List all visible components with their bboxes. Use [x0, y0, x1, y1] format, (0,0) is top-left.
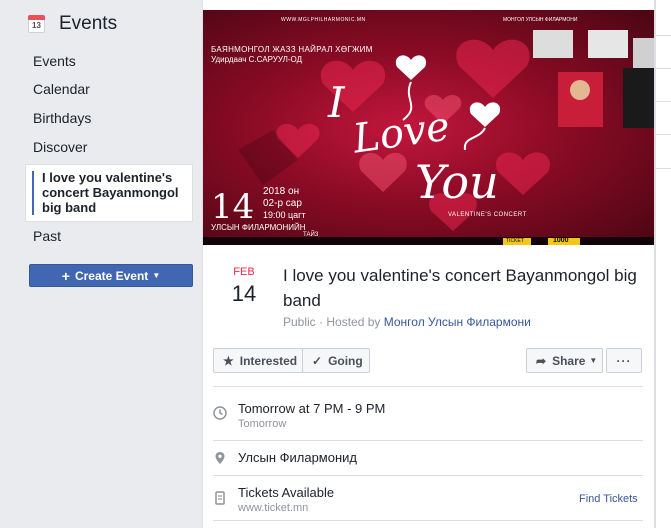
poster-price: 1000: [553, 237, 569, 244]
sidebar-title: Events: [59, 13, 118, 34]
calendar-icon: 13: [28, 14, 45, 34]
poster-ticket: TICKET: [506, 238, 524, 244]
location-pin-icon: [215, 452, 225, 464]
event-date-day: 14: [231, 281, 257, 306]
sidebar-item-birthdays[interactable]: Birthdays: [33, 110, 91, 126]
create-event-label: Create Event: [74, 268, 149, 283]
poster-script-you: You: [415, 155, 499, 209]
tickets-available: Tickets Available: [238, 485, 335, 500]
active-indicator: [32, 171, 34, 215]
chevron-down-icon: ▼: [589, 356, 598, 365]
event-time[interactable]: Tomorrow at 7 PM - 9 PM: [238, 401, 385, 416]
hosted-by-prefix: Hosted by: [326, 315, 381, 329]
event-meta: Public · Hosted by Монгол Улсын Филармон…: [283, 315, 531, 329]
poster-line2: Удирдаач С.САРУУЛ-ОД: [211, 55, 303, 64]
poster-line1: БАЯНМОНГОЛ ЖАЗЗ НАЙРАЛ ХӨГЖИМ: [211, 45, 373, 54]
event-privacy: Public: [283, 315, 316, 329]
divider: [213, 475, 643, 476]
tickets-url[interactable]: www.ticket.mn: [238, 502, 308, 514]
interested-button[interactable]: ★ Interested: [213, 348, 303, 373]
event-location[interactable]: Улсын Филармонид: [238, 450, 357, 465]
event-card: WWW.MGLPHILHARMONIC.MN МОНГОЛ УЛСЫН ФИЛА…: [202, 0, 655, 528]
meta-separator: ·: [315, 315, 327, 329]
create-event-button[interactable]: + Create Event ▼: [29, 264, 193, 287]
sidebar-item-current-event[interactable]: I love you valentine's concert Bayanmong…: [25, 164, 193, 222]
sidebar-item-current-event-label: I love you valentine's concert Bayanmong…: [42, 170, 179, 215]
sidebar-item-calendar[interactable]: Calendar: [33, 81, 90, 97]
ticket-icon: [215, 491, 225, 505]
poster-date-big: 14: [211, 187, 255, 227]
find-tickets-link[interactable]: Find Tickets: [579, 493, 638, 505]
event-cover-photo[interactable]: WWW.MGLPHILHARMONIC.MN МОНГОЛ УЛСЫН ФИЛА…: [203, 10, 654, 245]
poster-venue: УЛСЫН ФИЛАРМОНИЙН: [211, 223, 306, 232]
share-button[interactable]: ➦ Share ▼: [526, 348, 603, 373]
poster-date-month: 02-р сар: [263, 198, 302, 209]
plus-icon: +: [61, 267, 70, 284]
more-options-button[interactable]: ···: [606, 348, 642, 373]
sidebar-header[interactable]: 13 Events: [28, 12, 117, 36]
share-arrow-icon: ➦: [536, 353, 547, 368]
poster-website: WWW.MGLPHILHARMONIC.MN: [281, 17, 366, 23]
poster-date-year: 2018 он: [263, 186, 300, 197]
clock-icon: [213, 406, 227, 420]
poster-subtitle: VALENTINE'S CONCERT: [448, 212, 527, 218]
star-icon: ★: [223, 353, 234, 368]
sidebar: 13 Events Events Calendar Birthdays Disc…: [0, 0, 200, 528]
right-column-edge: [655, 0, 671, 528]
share-label: Share: [552, 353, 586, 368]
event-date-month: FEB: [233, 266, 255, 278]
check-icon: ✓: [312, 353, 323, 368]
going-button[interactable]: ✓ Going: [302, 348, 370, 373]
divider: [213, 440, 643, 441]
calendar-icon-day: 13: [28, 19, 45, 33]
divider: [213, 520, 643, 521]
sidebar-item-events[interactable]: Events: [33, 53, 76, 69]
poster-org: МОНГОЛ УЛСЫН ФИЛАРМОНИ: [503, 17, 578, 23]
poster-script-i: I: [328, 78, 345, 127]
more-dots-icon: ···: [616, 353, 632, 368]
going-label: Going: [328, 353, 363, 368]
chevron-down-icon: ▼: [152, 271, 161, 280]
divider: [213, 386, 643, 387]
event-time-relative: Tomorrow: [238, 418, 287, 430]
poster-hall: ТАЙЗ: [303, 232, 319, 238]
event-host-link[interactable]: Монгол Улсын Филармони: [384, 315, 531, 329]
poster-date-time: 19:00 цагт: [263, 210, 306, 220]
event-title: I love you valentine's concert Bayanmong…: [283, 266, 637, 310]
sidebar-item-past[interactable]: Past: [33, 228, 61, 244]
sidebar-item-discover[interactable]: Discover: [33, 139, 87, 155]
interested-label: Interested: [239, 353, 298, 368]
